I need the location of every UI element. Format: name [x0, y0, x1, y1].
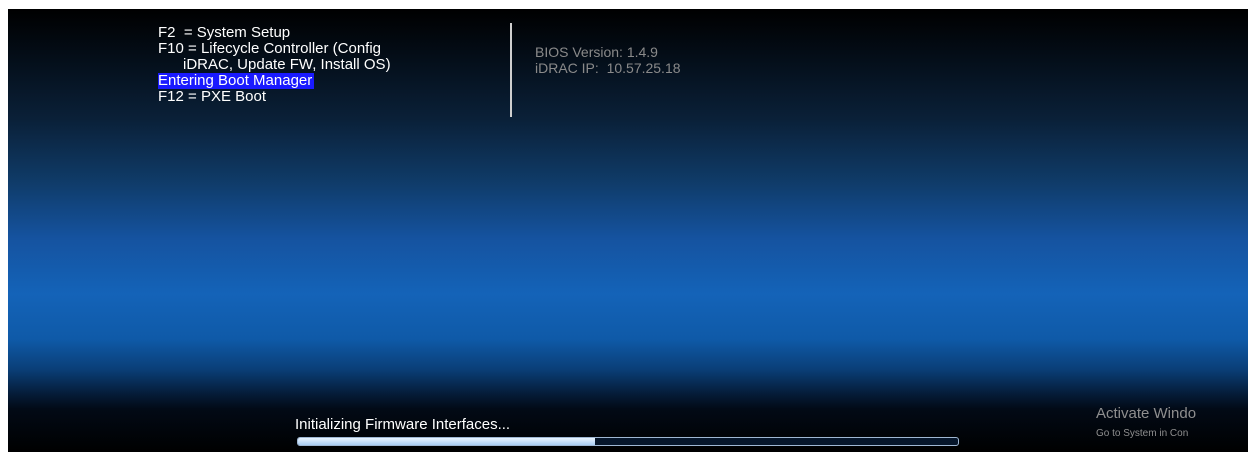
status-text: Initializing Firmware Interfaces... [295, 416, 511, 433]
menu-item-lifecycle-controller: F10 = Lifecycle Controller (Config [158, 40, 382, 57]
activate-windows-watermark-title: Activate Windo [1096, 405, 1197, 422]
divider [510, 23, 512, 117]
menu-item-lifecycle-controller-continued: iDRAC, Update FW, Install OS) [158, 56, 391, 73]
progress-bar [297, 437, 959, 446]
menu-item-system-setup: F2 = System Setup [158, 24, 291, 41]
bios-version: BIOS Version: 1.4.9 [535, 44, 658, 60]
bios-boot-screen: F2 = System Setup F10 = Lifecycle Contro… [8, 9, 1248, 452]
activate-windows-watermark-subtitle: Go to System in Con [1096, 428, 1189, 439]
progress-bar-fill [298, 438, 595, 445]
menu-item-boot-manager-selected: Entering Boot Manager [158, 72, 315, 89]
menu-item-pxe-boot: F12 = PXE Boot [158, 88, 266, 105]
idrac-ip: iDRAC IP: 10.57.25.18 [535, 60, 681, 76]
